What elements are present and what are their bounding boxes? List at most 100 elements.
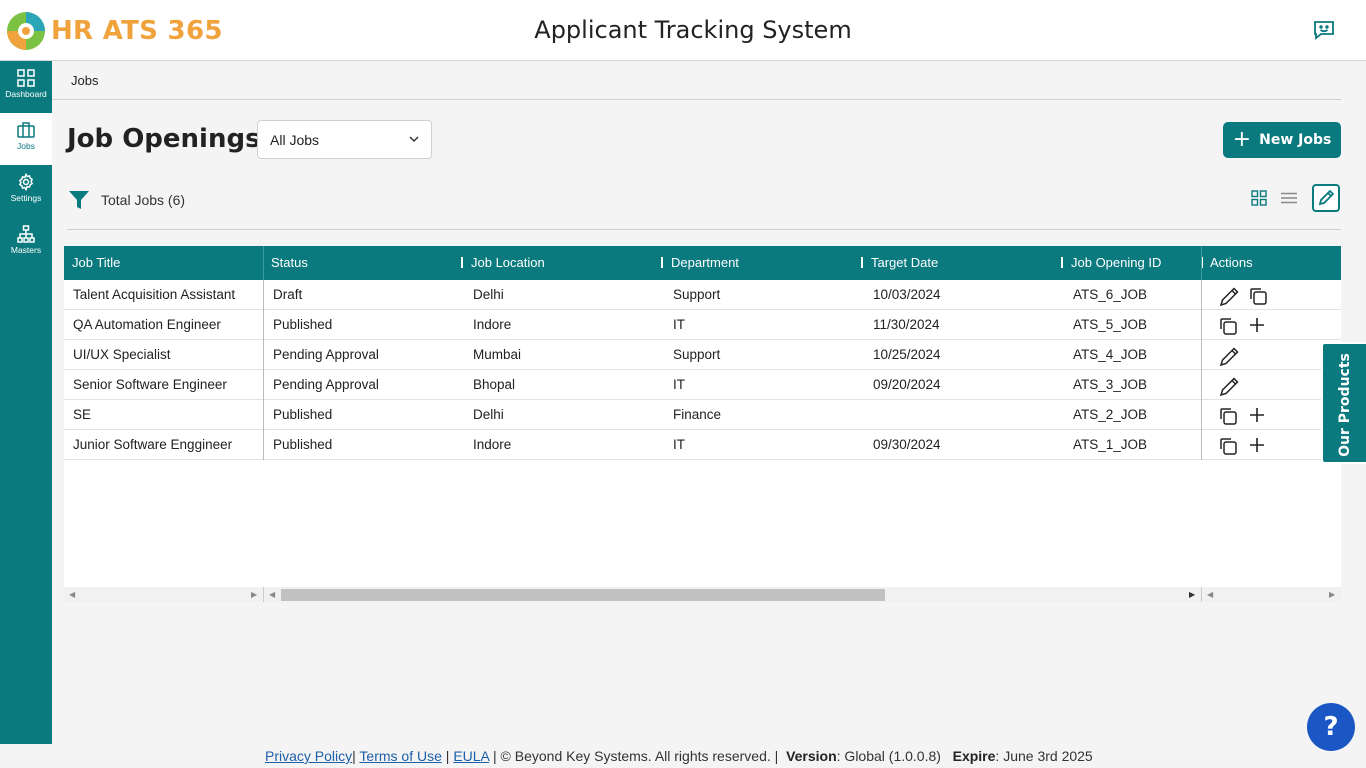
cell-location: Bhopal — [473, 377, 516, 392]
hierarchy-icon — [17, 225, 35, 243]
cell-target-date: 09/30/2024 — [873, 437, 941, 452]
cell-id: ATS_2_JOB — [1073, 407, 1148, 422]
sidebar-item-dashboard[interactable]: Dashboard — [0, 61, 52, 113]
column-label: Job Title — [72, 255, 121, 270]
sidebar-item-masters[interactable]: Masters — [0, 217, 52, 269]
cell-id: ATS_4_JOB — [1073, 347, 1148, 362]
scroll-left-arrow-icon[interactable]: ◀ — [69, 590, 75, 599]
filter-icon[interactable] — [69, 190, 89, 215]
page-title: Job Openings — [67, 124, 261, 154]
dashboard-icon — [17, 69, 35, 87]
cell-department: Support — [673, 287, 721, 302]
scroll-right-arrow-icon[interactable]: ▶ — [251, 590, 257, 599]
column-label: Target Date — [871, 255, 939, 270]
scroll-left-arrow-icon[interactable]: ◀ — [1207, 590, 1213, 599]
add-icon[interactable] — [1248, 406, 1266, 427]
copy-icon[interactable] — [1248, 286, 1268, 309]
table-header: Job Title Status Job Location Department… — [64, 246, 1341, 280]
total-jobs-count: Total Jobs (6) — [101, 192, 186, 208]
cell-department: Support — [673, 347, 721, 362]
cell-target-date — [864, 400, 873, 430]
scrollbar-thumb[interactable] — [281, 589, 885, 601]
table-row[interactable]: QA Automation Engineer Published Indore IT 1… — [64, 310, 1341, 340]
our-products-label: Our Products — [1337, 353, 1353, 457]
cell-title[interactable]: QA Automation Engineer — [64, 310, 221, 340]
help-button[interactable]: ? — [1307, 703, 1355, 751]
column-label: Actions — [1210, 255, 1253, 270]
cell-department: IT — [673, 437, 685, 452]
sidebar-item-label: Dashboard — [5, 89, 47, 99]
version-label: Version — [786, 748, 837, 764]
column-label: Department — [671, 255, 739, 270]
plus-icon: + — [1232, 127, 1252, 152]
eula-link[interactable]: EULA — [453, 748, 489, 764]
breadcrumb[interactable]: Jobs — [71, 73, 98, 88]
cell-id: ATS_6_JOB — [1073, 287, 1148, 302]
column-header-department[interactable]: Department — [663, 246, 863, 280]
job-filter-select[interactable]: All Jobs — [257, 120, 432, 159]
cell-location: Indore — [473, 437, 512, 452]
cell-department: IT — [673, 377, 685, 392]
column-header-target-date[interactable]: Target Date — [863, 246, 1063, 280]
grid-view-icon[interactable] — [1251, 190, 1267, 211]
add-icon[interactable] — [1248, 316, 1266, 337]
table-row[interactable]: Senior Software Engineer Pending Approval… — [64, 370, 1341, 400]
copy-icon[interactable] — [1218, 436, 1238, 459]
column-header-job-title[interactable]: Job Title — [64, 246, 263, 280]
copy-icon[interactable] — [1218, 406, 1238, 429]
column-header-job-location[interactable]: Job Location — [463, 246, 663, 280]
sidebar-item-label: Jobs — [17, 141, 35, 151]
app-title: Applicant Tracking System — [534, 16, 852, 44]
edit-icon[interactable] — [1218, 286, 1240, 311]
feedback-icon[interactable] — [1312, 18, 1336, 42]
cell-target-date: 10/25/2024 — [873, 347, 941, 362]
footer: Privacy Policy| Terms of Use | EULA | © … — [265, 748, 1093, 764]
sidebar-item-jobs[interactable]: Jobs — [0, 113, 52, 165]
new-jobs-button[interactable]: + New Jobs — [1223, 122, 1341, 158]
cell-location: Delhi — [473, 407, 504, 422]
cell-title[interactable]: Talent Acquisition Assistant — [64, 280, 235, 310]
cell-location: Mumbai — [473, 347, 522, 362]
horizontal-scrollbar[interactable]: ◀ ▶ ◀ ▶ ◀ ▶ — [64, 587, 1341, 602]
list-view-icon[interactable] — [1281, 190, 1297, 211]
edit-icon[interactable] — [1218, 376, 1240, 401]
cell-target-date: 11/30/2024 — [873, 317, 940, 332]
cell-title[interactable]: Senior Software Engineer — [64, 370, 227, 400]
column-header-job-opening-id[interactable]: Job Opening ID — [1063, 246, 1203, 280]
divider — [52, 99, 1341, 100]
cell-status: Published — [273, 437, 333, 452]
copy-icon[interactable] — [1218, 316, 1238, 339]
edit-view-icon[interactable] — [1312, 184, 1340, 212]
table-row[interactable]: Talent Acquisition Assistant Draft Delhi Su… — [64, 280, 1341, 310]
table-row[interactable]: UI/UX Specialist Pending Approval Mumbai Su… — [64, 340, 1341, 370]
edit-icon[interactable] — [1218, 346, 1240, 371]
terms-of-use-link[interactable]: Terms of Use — [359, 748, 441, 764]
cell-status: Published — [273, 407, 333, 422]
cell-title[interactable]: SE — [64, 400, 91, 430]
column-header-actions: Actions — [1202, 246, 1341, 280]
version-value: : Global (1.0.0.8) — [836, 748, 941, 764]
scrollbar-divider — [1201, 587, 1202, 602]
table-row[interactable]: Junior Software Enggineer Published Indore… — [64, 430, 1341, 460]
expire-label: Expire — [952, 748, 996, 764]
cell-status: Published — [273, 317, 333, 332]
cell-target-date: 09/20/2024 — [873, 377, 941, 392]
cell-location: Indore — [473, 317, 512, 332]
column-header-status[interactable]: Status — [263, 246, 463, 280]
cell-title[interactable]: Junior Software Enggineer — [64, 430, 232, 460]
our-products-tab[interactable]: Our Products — [1321, 342, 1366, 464]
cell-title[interactable]: UI/UX Specialist — [64, 340, 171, 370]
scroll-right-arrow-icon[interactable]: ▶ — [1329, 590, 1335, 599]
add-icon[interactable] — [1248, 436, 1266, 457]
table-row[interactable]: SE Published Delhi Finance ATS_2_JOB — [64, 400, 1341, 430]
cell-target-date: 10/03/2024 — [873, 287, 941, 302]
privacy-policy-link[interactable]: Privacy Policy — [265, 748, 352, 764]
scroll-left-arrow-icon[interactable]: ◀ — [269, 590, 275, 599]
copyright-text: | © Beyond Key Systems. All rights reser… — [493, 748, 779, 764]
cell-id: ATS_1_JOB — [1073, 437, 1148, 452]
cell-id: ATS_5_JOB — [1073, 317, 1148, 332]
job-filter-value: All Jobs — [270, 132, 320, 148]
sidebar-item-settings[interactable]: Settings — [0, 165, 52, 217]
scroll-right-arrow-icon[interactable]: ▶ — [1189, 590, 1195, 599]
divider — [67, 229, 1341, 230]
